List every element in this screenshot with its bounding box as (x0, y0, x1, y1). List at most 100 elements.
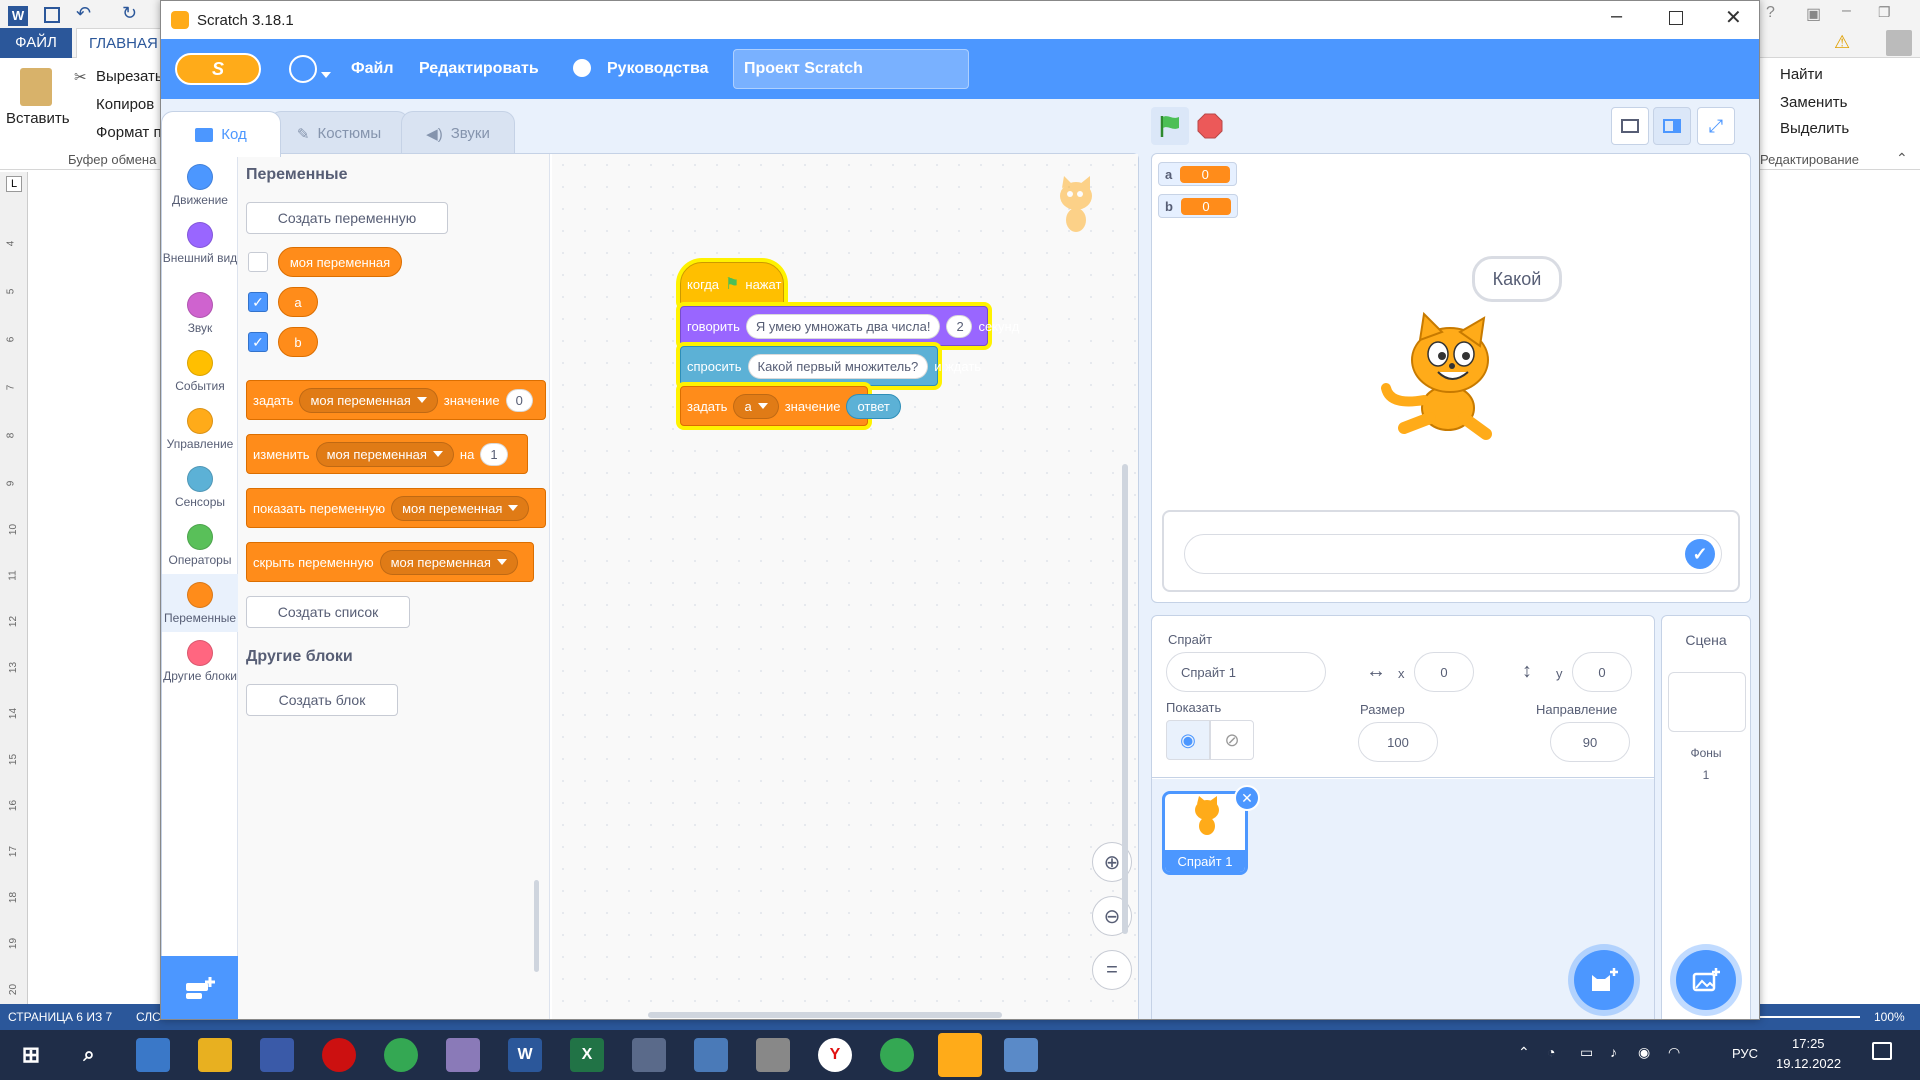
menu-edit[interactable]: Редактировать (419, 39, 539, 99)
cut-button[interactable]: Вырезать (96, 68, 163, 85)
yandex-icon[interactable]: Y (818, 1038, 852, 1072)
add-extension-button[interactable] (161, 956, 238, 1019)
ribbon-options-icon[interactable]: ▣ (1806, 4, 1821, 24)
keyboard-language[interactable]: РУС (1732, 1046, 1758, 1061)
word-icon[interactable]: W (508, 1038, 542, 1072)
size-input[interactable]: 100 (1358, 722, 1438, 762)
replace-button[interactable]: Заменить (1780, 94, 1847, 111)
page-counter[interactable]: СТРАНИЦА 6 ИЗ 7 (8, 1010, 112, 1024)
add-backdrop-button[interactable] (1676, 950, 1736, 1010)
variable-dropdown[interactable]: моя переменная (379, 549, 518, 575)
variable-reporter[interactable]: моя переменная (278, 247, 402, 277)
stage-target-pane[interactable]: Сцена Фоны 1 (1661, 615, 1751, 1019)
show-variable-block[interactable]: показать переменную моя переменная (246, 488, 546, 528)
search-icon[interactable]: ⌕ (72, 1038, 106, 1072)
vertical-scrollbar[interactable] (1122, 464, 1128, 934)
stop-button[interactable] (1191, 107, 1229, 145)
hide-variable-block[interactable]: скрыть переменную моя переменная (246, 542, 534, 582)
green-flag-button[interactable] (1151, 107, 1189, 145)
ask-and-wait-block[interactable]: спросить Какой первый множитель? и ждать (680, 346, 981, 386)
calculator-icon[interactable] (632, 1038, 666, 1072)
value-input[interactable]: 0 (505, 388, 533, 412)
notifications-icon[interactable] (1872, 1042, 1892, 1060)
large-stage-button[interactable] (1653, 107, 1691, 145)
tab-sounds[interactable]: ◀) Звуки (401, 111, 515, 155)
zoom-slider[interactable] (1760, 1016, 1860, 1018)
computer-icon[interactable] (694, 1038, 728, 1072)
hide-sprite-eye-icon[interactable]: ⊘ (1210, 720, 1254, 760)
copy-button[interactable]: Копиров (96, 96, 154, 113)
globe-icon[interactable] (289, 55, 317, 83)
menu-tutorials[interactable]: Руководства (607, 39, 709, 99)
window-minimize-icon[interactable]: – (1611, 5, 1622, 28)
category-control[interactable]: Управление (162, 408, 238, 451)
zoom-reset-icon[interactable]: = (1092, 950, 1132, 990)
tab-selector[interactable]: L (6, 176, 22, 192)
variable-checkbox-checked[interactable]: ✓ (248, 332, 268, 352)
floppy-app-icon[interactable] (260, 1038, 294, 1072)
category-sensing[interactable]: Сенсоры (162, 466, 238, 509)
value-input[interactable]: 1 (480, 442, 508, 466)
save-icon[interactable] (44, 7, 60, 23)
add-sprite-button[interactable] (1574, 950, 1634, 1010)
y-input[interactable]: 0 (1572, 652, 1632, 692)
secs-input[interactable]: 2 (946, 314, 973, 338)
delete-sprite-icon[interactable]: ✕ (1234, 785, 1260, 811)
clock-date[interactable]: 19.12.2022 (1776, 1056, 1841, 1071)
tray-steam-icon[interactable]: ◉ (1638, 1044, 1650, 1061)
zoom-level[interactable]: 100% (1874, 1010, 1905, 1024)
collapse-ribbon-icon[interactable]: ⌃ (1896, 150, 1908, 167)
tray-chevron-icon[interactable]: ⌃ (1518, 1044, 1530, 1061)
tab-costumes[interactable]: ✎ Костюмы (269, 111, 409, 155)
paste-icon[interactable] (20, 68, 52, 106)
make-variable-button[interactable]: Создать переменную (246, 202, 448, 234)
presentation-icon[interactable] (1004, 1038, 1038, 1072)
undo-icon[interactable]: ↶ (76, 3, 91, 24)
window-maximize-icon[interactable] (1669, 11, 1683, 25)
variable-reporter[interactable]: a (278, 287, 318, 317)
variable-checkbox[interactable] (248, 252, 268, 272)
paste-button[interactable]: Вставить (6, 110, 70, 127)
submit-check-icon[interactable]: ✓ (1685, 539, 1715, 569)
help-icon[interactable]: ? (1766, 4, 1775, 22)
ask-text-input[interactable]: Какой первый множитель? (747, 353, 929, 379)
category-events[interactable]: События (162, 350, 238, 393)
small-stage-button[interactable] (1611, 107, 1649, 145)
find-button[interactable]: Найти (1780, 66, 1823, 83)
variable-monitor[interactable]: a 0 (1158, 162, 1238, 186)
say-text-input[interactable]: Я умею умножать два числа! (745, 313, 941, 339)
show-sprite-eye-icon[interactable]: ◉ (1166, 720, 1210, 760)
chrome-profile-icon[interactable] (880, 1038, 914, 1072)
variable-dropdown[interactable]: моя переменная (391, 495, 530, 521)
category-sound[interactable]: Звук (162, 292, 238, 335)
make-block-button[interactable]: Создать блок (246, 684, 398, 716)
redo-icon[interactable]: ↻ (122, 3, 137, 24)
window-close-icon[interactable]: ✕ (1725, 5, 1742, 30)
variable-dropdown[interactable]: моя переменная (315, 441, 454, 467)
variable-dropdown[interactable]: моя переменная (299, 387, 438, 413)
opera-icon[interactable] (322, 1038, 356, 1072)
change-variable-block[interactable]: изменить моя переменная на 1 (246, 434, 528, 474)
direction-input[interactable]: 90 (1550, 722, 1630, 762)
when-flag-clicked-block[interactable]: когда ⚑ нажат (680, 262, 784, 306)
variable-checkbox-checked[interactable]: ✓ (248, 292, 268, 312)
word-counter[interactable]: СЛС (136, 1010, 161, 1024)
category-my-blocks[interactable]: Другие блоки (162, 640, 238, 683)
file-explorer-icon[interactable] (198, 1038, 232, 1072)
fullscreen-icon[interactable]: ⤢ (1697, 107, 1735, 145)
script-area[interactable]: когда ⚑ нажат говорить Я умею умножать д… (552, 154, 1138, 1019)
chrome-icon[interactable] (384, 1038, 418, 1072)
tab-code[interactable]: Код (161, 111, 281, 157)
palette-scrollbar[interactable] (534, 880, 539, 972)
tab-home[interactable]: ГЛАВНАЯ (76, 28, 171, 58)
variable-dropdown[interactable]: a (733, 393, 779, 419)
category-looks[interactable]: Внешний вид (162, 222, 238, 265)
excel-icon[interactable]: X (570, 1038, 604, 1072)
say-for-secs-block[interactable]: говорить Я умею умножать два числа! 2 се… (680, 306, 1019, 346)
stage-canvas[interactable]: a 0 b 0 Какой ✓ (1151, 153, 1751, 603)
restore-icon[interactable]: ❐ (1878, 4, 1891, 21)
variable-monitor[interactable]: b 0 (1158, 194, 1238, 218)
variable-reporter[interactable]: b (278, 327, 318, 357)
minimize-icon[interactable]: – (1842, 2, 1851, 20)
answer-input[interactable]: ✓ (1184, 534, 1722, 574)
